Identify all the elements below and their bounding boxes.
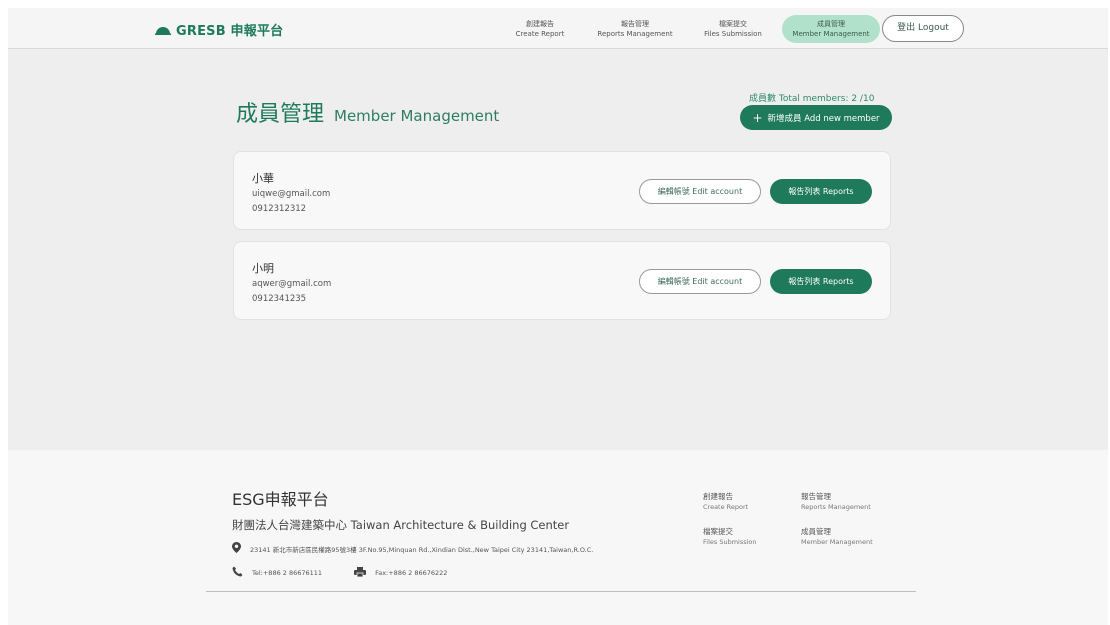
nav-label-zh: 創建報告 (526, 20, 554, 28)
add-member-button[interactable]: + 新增成員 Add new member (740, 105, 892, 130)
member-email: uiqwe@gmail.com (252, 189, 331, 199)
footer-link-member-management[interactable]: 成員管理 Member Management (801, 527, 873, 547)
reports-list-button[interactable]: 報告列表 Reports (770, 269, 872, 294)
footer-link-files-submission[interactable]: 檔案提交 Files Submission (703, 527, 757, 547)
member-phone: 0912312312 (252, 204, 307, 214)
footer-link-en: Files Submission (703, 538, 757, 546)
page-title: 成員管理 Member Management (236, 96, 499, 128)
edit-account-button[interactable]: 編輯帳號 Edit account (639, 179, 761, 204)
footer-link-reports-management[interactable]: 報告管理 Reports Management (801, 492, 871, 512)
footer-fax: Fax:+886 2 86676222 (375, 568, 448, 577)
location-pin-icon (232, 542, 241, 555)
footer-link-zh: 報告管理 (801, 492, 831, 501)
logout-button[interactable]: 登出 Logout (882, 15, 964, 42)
nav-label-zh: 檔案提交 (719, 20, 747, 28)
footer-link-create-report[interactable]: 創建報告 Create Report (703, 492, 748, 512)
nav-create-report[interactable]: 創建報告 Create Report (505, 15, 575, 43)
footer-link-en: Reports Management (801, 503, 871, 511)
dome-icon (155, 25, 171, 35)
footer-link-zh: 成員管理 (801, 527, 831, 536)
reports-list-button[interactable]: 報告列表 Reports (770, 179, 872, 204)
nav-reports-management[interactable]: 報告管理 Reports Management (592, 15, 678, 43)
footer-address: 23141 新北市新店區民權路95號3樓 3F.No.95,Minquan Rd… (250, 545, 594, 554)
footer-address-row: 23141 新北市新店區民權路95號3樓 3F.No.95,Minquan Rd… (232, 542, 593, 555)
plus-icon: + (752, 110, 763, 125)
footer-organization: 財團法人台灣建築中心 Taiwan Architecture & Buildin… (232, 518, 570, 532)
footer-tel: Tel:+886 2 86676111 (252, 568, 323, 577)
phone-icon (232, 566, 243, 579)
footer-contact-row: Tel:+886 2 86676111 Fax:+886 2 86676222 (232, 566, 447, 579)
nav-label-en: Member Management (792, 30, 870, 38)
footer-link-en: Create Report (703, 503, 749, 511)
footer-title: ESG申報平台 (232, 490, 329, 509)
nav-label-en: Create Report (515, 30, 565, 38)
brand-logo[interactable]: GRESB 申報平台 (155, 20, 283, 39)
nav-label-en: Reports Management (597, 30, 673, 38)
fax-icon (354, 566, 367, 579)
nav-label-zh: 成員管理 (817, 20, 845, 28)
brand-name: GRESB 申報平台 (176, 24, 284, 39)
footer-link-en: Member Management (801, 538, 873, 546)
footer-link-zh: 檔案提交 (703, 527, 733, 536)
page-title-zh: 成員管理 (236, 102, 325, 127)
add-member-label: 新增成員 Add new member (767, 113, 880, 124)
member-phone: 0912341235 (252, 294, 307, 304)
footer-link-zh: 創建報告 (703, 492, 733, 501)
member-name: 小華 (252, 172, 274, 185)
footer-divider (206, 591, 916, 592)
page-title-en: Member Management (334, 107, 500, 125)
nav-member-management[interactable]: 成員管理 Member Management (782, 15, 880, 43)
edit-account-button[interactable]: 編輯帳號 Edit account (639, 269, 761, 294)
footer: ESG申報平台 財團法人台灣建築中心 Taiwan Architecture &… (8, 450, 1108, 625)
nav-label-en: Files Submission (704, 30, 762, 38)
member-name: 小明 (252, 262, 274, 275)
member-count: 成員數 Total members: 2 /10 (749, 94, 875, 104)
member-card: 小明 aqwer@gmail.com 0912341235 編輯帳號 Edit … (233, 241, 891, 320)
member-card: 小華 uiqwe@gmail.com 0912312312 編輯帳號 Edit … (233, 151, 891, 230)
nav-files-submission[interactable]: 檔案提交 Files Submission (696, 15, 770, 43)
nav-label-zh: 報告管理 (621, 20, 649, 28)
member-email: aqwer@gmail.com (252, 279, 332, 289)
